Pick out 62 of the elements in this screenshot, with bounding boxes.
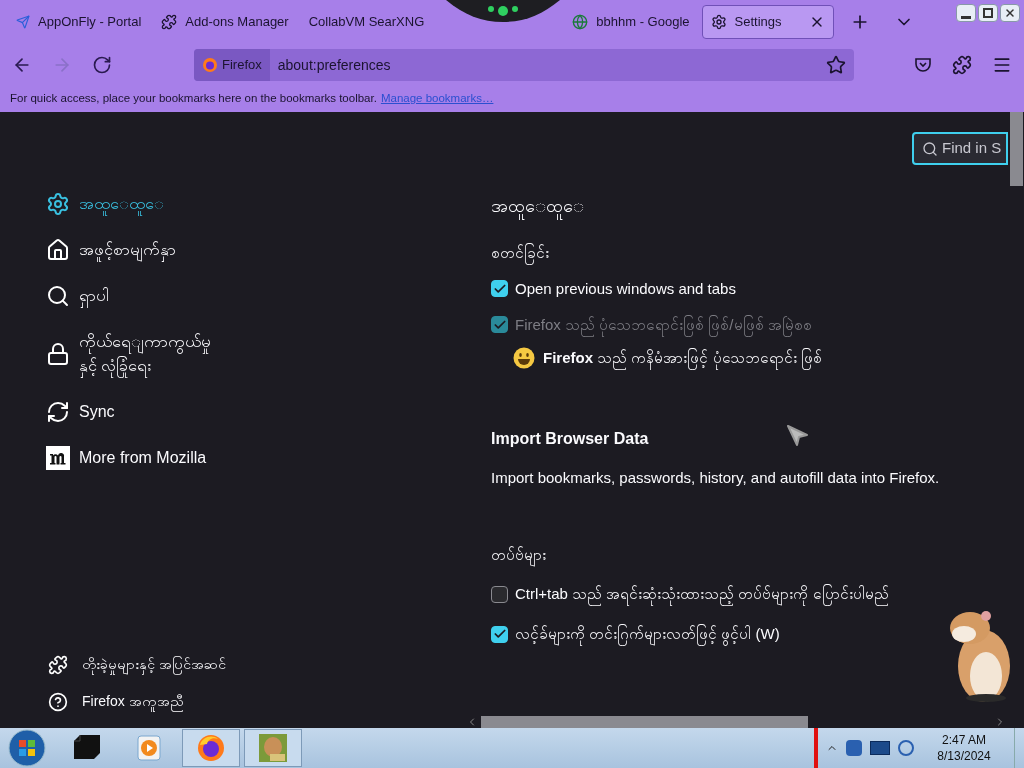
browser-tab[interactable]: CollabVM SearXNG [300,5,433,39]
section-heading: တပ်ဗ်များ [491,543,1006,566]
sidebar-item[interactable]: အဖူင့်စာမျက်နှာ [46,238,480,262]
sidebar-item[interactable]: Sync [46,400,480,424]
checkbox-label: Ctrl+tab သည် အရင်းဆုံးသုံးထားသည့် တပ်ဗ်များကို ပြောင်းပါမည် [515,580,889,608]
firefox-icon [202,57,218,73]
sidebar-item[interactable]: အထူေထူေ [46,192,480,216]
settings-icon [46,192,70,216]
sidebar-item[interactable]: More from Mozilla [46,446,480,470]
sidebar-footer-link[interactable]: တိုးခဲ့မှုများနှင့် အပြင်အဆင် [48,654,480,675]
search-icon [922,140,938,157]
url-text: about:preferences [277,55,392,75]
home-icon [46,238,70,262]
address-bar[interactable]: Firefox about:preferences [194,49,854,81]
minimize-button[interactable] [956,4,976,22]
close-icon [1004,7,1016,19]
firefox-icon [196,733,226,763]
note-text: Firefox သည် ကနိမံအားဖြင့် ပုံသေဘရောင်း ဖြစ် [543,346,822,369]
lock-icon [46,342,70,366]
browser-tab[interactable]: bbhhm - Google [564,5,698,39]
bookmark-star-icon[interactable] [826,55,846,75]
section-heading: Import Browser Data [491,429,649,449]
browser-tab[interactable]: Add-ons Manager [153,5,297,39]
checkbox[interactable] [491,585,508,603]
section-heading: စတင်ခြင်း [491,242,1006,265]
cursor-icon [786,424,810,448]
checkbox[interactable] [491,280,508,297]
page-heading: အထူေထူေ [491,194,1006,218]
search-icon [46,284,70,308]
plane-icon [16,15,30,29]
tray-icon[interactable] [846,740,862,756]
clock-date: 8/13/2024 [937,748,991,764]
checkbox-label: Open previous windows and tabs [515,278,736,299]
sync-icon [46,400,70,424]
mozilla-logo-icon [46,446,70,470]
smiley-icon [513,346,535,369]
extensions-icon[interactable] [952,55,972,75]
checkbox-label: Firefox သည် ပုံသေဘရောင်းဖြစ် ဖြစ်/မဖြစ် အမြဲစစ [515,310,812,339]
browser-tab[interactable]: Settings [701,5,834,39]
start-button[interactable] [8,729,46,767]
maximize-button[interactable] [978,4,998,22]
hamster-box-icon [258,733,288,763]
puzzle-icon [48,654,68,675]
checkbox-label: လင့်ခ်များကို တင်းဂြက်များလတ်ဖြင့် ဖွင့်ပါ (W) [515,620,780,648]
checkbox[interactable] [491,625,508,643]
find-field[interactable]: Find in S [912,132,1008,165]
sidebar-item[interactable]: ကိုယ်ရေျကာကွယ်မှု နှင့် လုံခြုံရေး [46,330,480,378]
close-button[interactable] [1000,4,1020,22]
bookmarks-hint: For quick access, place your bookmarks here on the bookmarks toolbar. [10,91,377,107]
section-description: Import bookmarks, passwords, history, and autofill data into Firefox. [491,468,941,488]
pocket-icon[interactable] [914,56,932,74]
help-icon [48,691,68,712]
sidebar-item[interactable]: ရှာပါ [46,284,480,308]
globe-icon [572,14,589,30]
browser-tab[interactable]: AppOnFly - Portal [8,5,150,39]
media-player-icon [137,735,161,761]
puzzle-icon [161,14,178,30]
reload-icon[interactable] [92,55,112,75]
settings-icon [710,14,727,30]
menu-icon[interactable] [992,55,1012,75]
sidebar-footer-link[interactable]: Firefox အကူအညီ [48,691,480,712]
clock-time: 2:47 AM [942,732,986,748]
